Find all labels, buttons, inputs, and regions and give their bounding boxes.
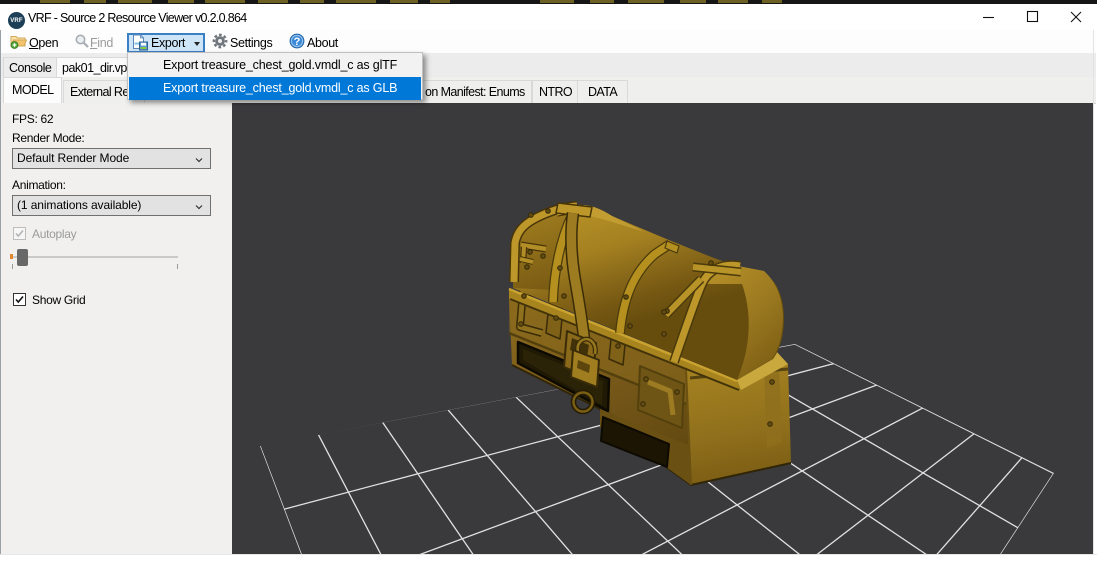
svg-text:?: ?	[294, 36, 301, 48]
